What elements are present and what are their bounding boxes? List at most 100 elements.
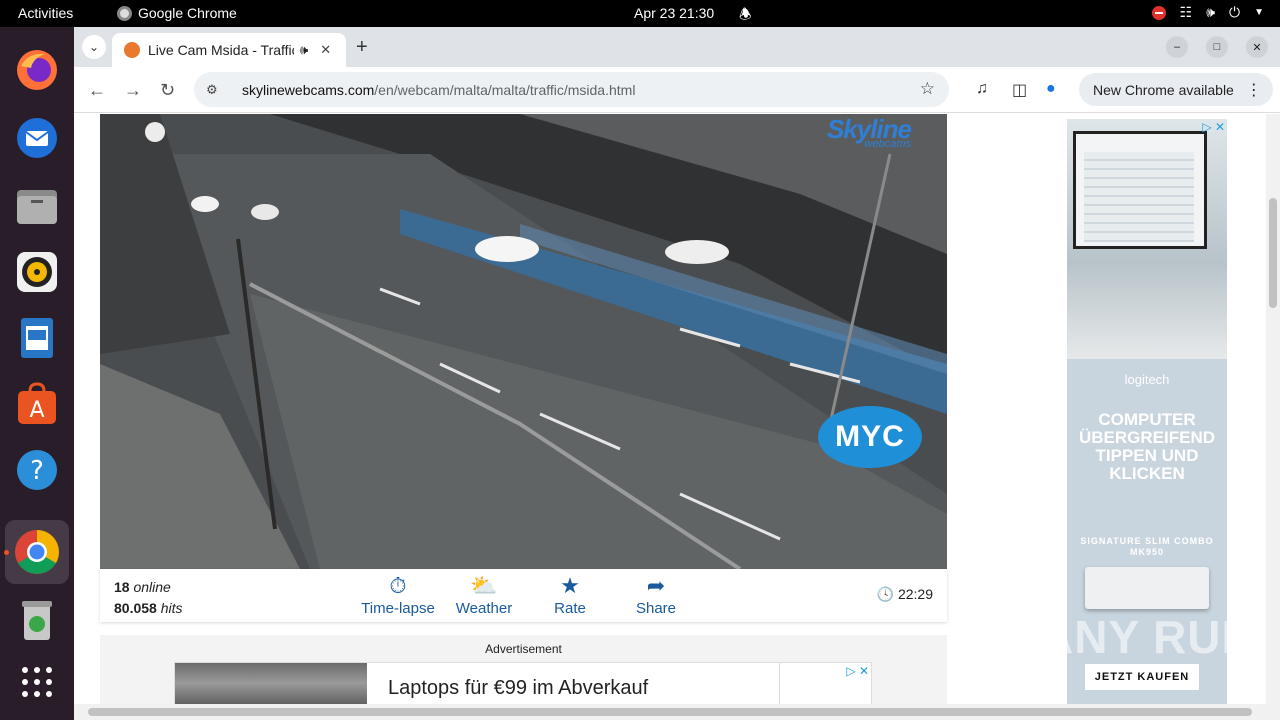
more-menu-icon[interactable]: ⋮ [1246,80,1262,100]
browser-toolbar: ← → ↻ ⚙ skylinewebcams.com/en/webcam/mal… [74,67,1280,113]
dock-rhythmbox[interactable] [12,247,62,297]
dock-trash[interactable] [12,595,62,645]
adchoices-icon[interactable]: ▷ ✕ [1202,120,1225,134]
dock-firefox[interactable] [12,45,62,95]
vertical-scrollbar[interactable] [1266,114,1280,704]
horizontal-scroll-thumb[interactable] [88,708,1252,716]
laptop-ad-image [175,663,367,704]
myc-badge: MYC [818,406,922,468]
online-count: 18 [114,579,130,595]
media-controls-icon[interactable]: ♫ [976,80,988,98]
chrome-icon [15,530,59,574]
share-label: Share [635,600,677,617]
new-tab-button[interactable]: + [356,36,368,59]
thunderbird-icon [17,118,57,158]
chrome-small-icon [117,5,132,21]
keyboard-image [1085,567,1209,609]
horizontal-scrollbar[interactable] [74,704,1280,720]
desk-photo [1067,119,1227,359]
volume-icon: 🕪 [1206,4,1216,20]
writer-icon [21,318,53,358]
reload-icon[interactable]: ↻ [160,80,175,101]
running-indicator [4,550,9,555]
online-label: online [133,579,171,595]
close-window-button[interactable]: ✕ [1246,36,1268,58]
svg-text:A: A [29,398,44,423]
laptop-ad-banner[interactable]: Laptops für €99 im Abverkauf ▷ ✕ [174,662,872,704]
app-center-icon: A [18,382,56,424]
profile-avatar-icon[interactable]: ● [1046,80,1056,98]
dock-writer[interactable] [12,313,62,363]
rate-label: Rate [554,600,586,617]
timelapse-button[interactable]: ⏱ Time-lapse [358,572,438,617]
monitor-image [1073,131,1207,249]
tab-active[interactable]: Live Cam Msida - Traffic 🕪 ✕ [112,33,346,67]
minimize-button[interactable]: – [1166,36,1188,58]
activities-button[interactable]: Activities [18,5,73,21]
firefox-icon [17,50,57,90]
files-icon [17,190,57,224]
chevron-down-icon: ⌄ [88,40,100,54]
rate-button[interactable]: ★ Rate [530,572,610,617]
url-path: /en/webcam/malta/malta/traffic/msida.htm… [374,81,636,98]
skyline-favicon-icon [124,42,140,58]
weather-button[interactable]: ⛅ Weather [444,572,524,617]
app-menu[interactable]: Google Chrome [117,5,237,21]
audio-playing-icon[interactable]: 🕪 [300,42,308,58]
webcam-stream[interactable]: Skyline webcams MYC [100,114,947,569]
weather-icon: ⛅ [470,573,498,598]
network-icon: ☷ [1179,4,1193,20]
dock-thunderbird[interactable] [12,113,62,163]
url-host: skylinewebcams.com [242,81,375,98]
side-panel-icon[interactable]: ◫ [1012,80,1027,100]
rhythmbox-icon [17,252,57,292]
dock-help[interactable]: ? [12,445,62,495]
vertical-scroll-thumb[interactable] [1269,198,1277,308]
close-icon[interactable]: ✕ [320,42,331,58]
ad-product: SIGNATURE SLIM COMBO MK950 [1080,536,1214,557]
system-tray[interactable]: ☷ 🕪 ⏻ ▼ [1151,4,1264,21]
share-icon: ➦ [646,573,666,598]
trash-icon [22,601,52,640]
local-time: 🕓 22:29 [877,586,933,603]
forward-arrow-icon[interactable]: → [124,80,142,101]
tab-title: Live Cam Msida - Traffic [148,42,294,58]
webcam-info-bar: 18 online 80.058 hits ⏱ Time-lapse ⛅ Wea… [100,569,947,622]
ad-headline: COMPUTER ÜBERGREIFEND TIPPEN UND KLICKEN [1078,410,1215,483]
system-top-bar: Activities Google Chrome Apr 23 21:30 🕭 … [0,0,1280,27]
tab-search-button[interactable]: ⌄ [82,35,106,59]
update-chrome-label: New Chrome available [1093,81,1234,98]
timelapse-icon: ⏱ [389,573,407,598]
update-chrome-button[interactable]: New Chrome available ⋮ [1079,73,1273,106]
buy-now-button[interactable]: JETZT KAUFEN [1085,664,1199,690]
clock-icon: 🕓 [876,586,895,602]
chevron-down-icon: ▼ [1254,7,1264,18]
svg-text:?: ? [30,456,44,486]
recording-indicator-icon [1151,5,1166,20]
dock-chrome[interactable] [5,520,69,584]
adchoices-icon[interactable]: ▷ ✕ [846,664,869,678]
maximize-button[interactable]: □ [1206,36,1228,58]
weather-label: Weather [455,600,513,617]
traffic-scene-image [100,114,947,569]
dock: A ? [0,27,74,720]
power-icon: ⏻ [1229,4,1241,20]
notification-bell-icon: 🕭 [739,6,752,22]
star-icon: ★ [560,573,580,598]
dock-files[interactable] [12,181,62,231]
dock-show-apps[interactable] [12,657,62,707]
anyrun-watermark: ANY RUN [1040,611,1256,663]
back-arrow-icon[interactable]: ← [88,80,106,101]
dock-app-center[interactable]: A [12,379,62,429]
bookmark-star-icon[interactable]: ☆ [920,79,935,99]
skyline-logo-sub: webcams [864,138,911,150]
hits-count: 80.058 [114,600,157,616]
clock[interactable]: Apr 23 21:30 [634,5,714,21]
share-button[interactable]: ➦ Share [616,572,696,617]
ad-brand: logitech [1124,372,1170,387]
help-icon: ? [17,450,57,490]
app-menu-label: Google Chrome [138,5,237,21]
advertisement-area: Advertisement Laptops für €99 im Abverka… [100,635,947,704]
site-info-icon[interactable]: ⚙ [206,82,222,98]
address-bar[interactable]: ⚙ skylinewebcams.com/en/webcam/malta/mal… [194,72,949,107]
